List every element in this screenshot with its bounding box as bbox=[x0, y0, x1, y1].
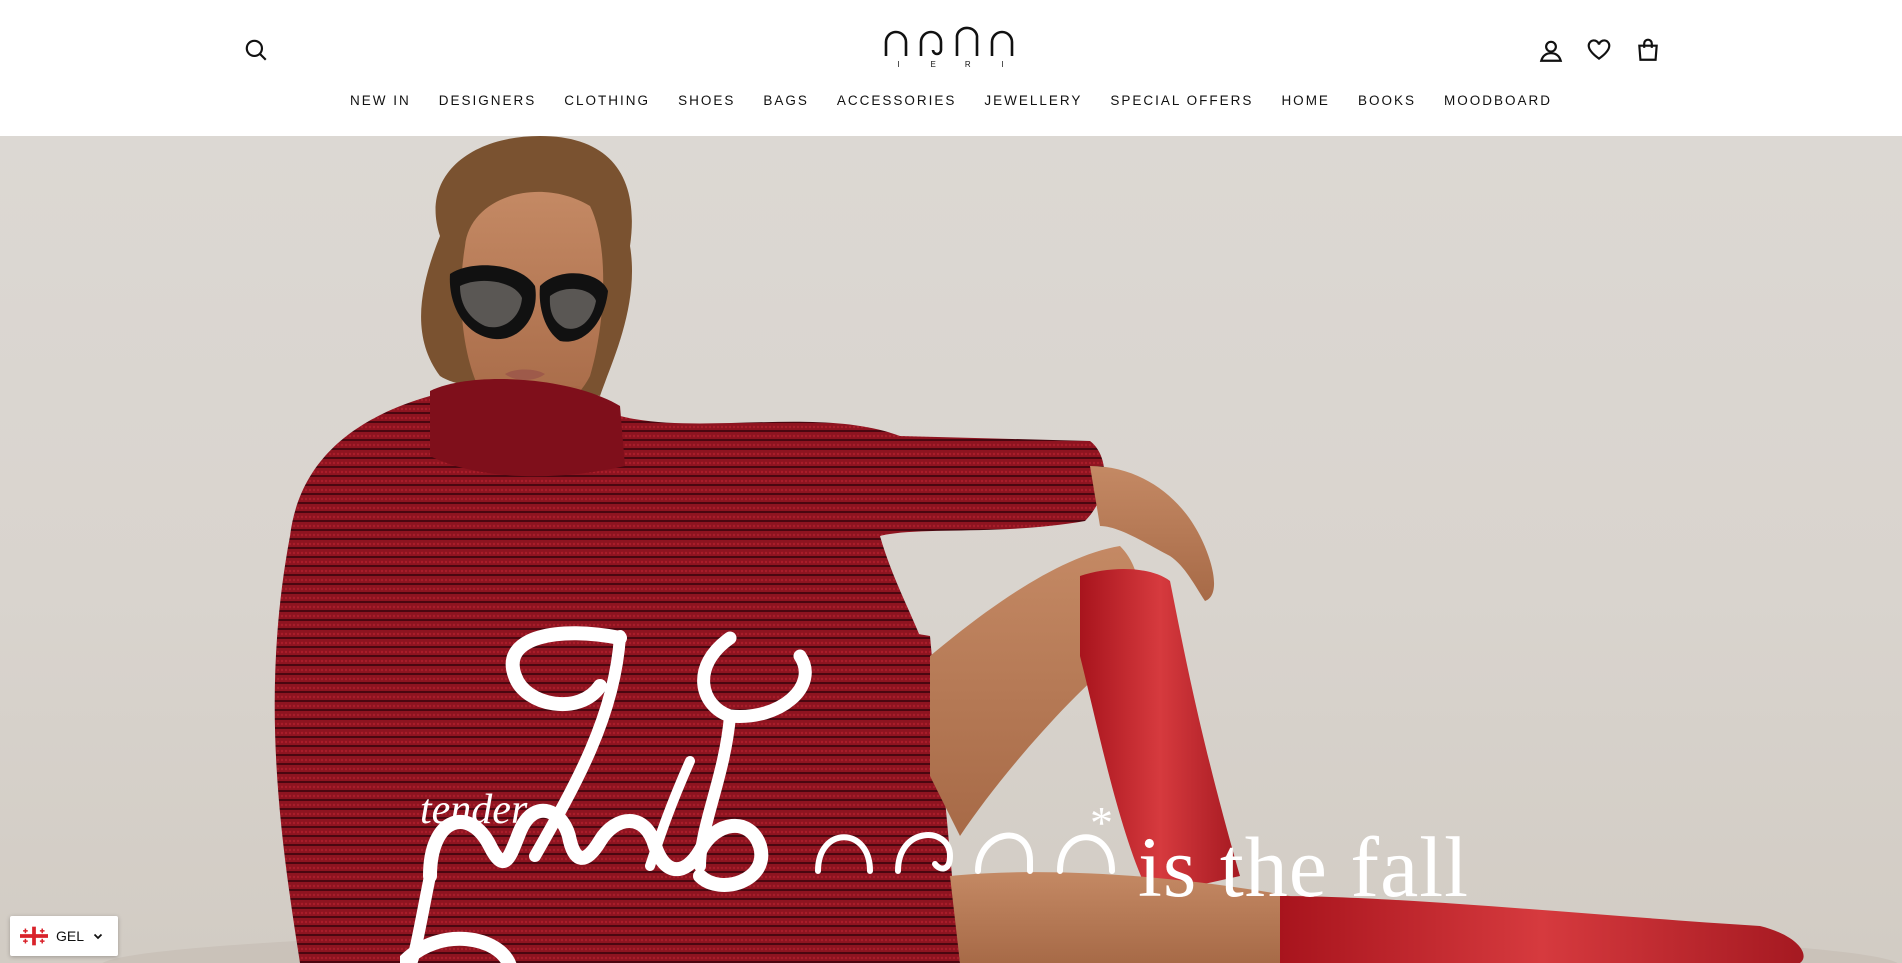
search-icon bbox=[245, 39, 267, 61]
nav-moodboard[interactable]: MOODBOARD bbox=[1430, 88, 1566, 113]
user-icon bbox=[1539, 40, 1563, 62]
asterisk-mark: * bbox=[1090, 797, 1113, 848]
hero-headline: tender * is the fall bbox=[400, 626, 1550, 963]
heart-icon bbox=[1587, 39, 1611, 60]
search-button[interactable] bbox=[240, 34, 272, 66]
nav-shoes[interactable]: SHOES bbox=[664, 88, 749, 113]
nav-jewellery[interactable]: JEWELLERY bbox=[970, 88, 1096, 113]
wishlist-button[interactable] bbox=[1583, 34, 1615, 66]
site-header: I E R I NEW IN DESIGNERS CLOTHING SHOES … bbox=[0, 0, 1902, 136]
chevron-down-icon bbox=[93, 933, 103, 940]
georgia-flag-icon bbox=[20, 926, 48, 946]
currency-code: GEL bbox=[56, 928, 85, 944]
hero-banner[interactable]: tender * is the fall bbox=[0, 136, 1902, 963]
tender-text: tender bbox=[420, 787, 528, 833]
currency-selector[interactable]: GEL bbox=[10, 916, 118, 956]
nav-clothing[interactable]: CLOTHING bbox=[550, 88, 664, 113]
tagline-text: is the fall bbox=[1138, 819, 1470, 915]
nav-special-offers[interactable]: SPECIAL OFFERS bbox=[1096, 88, 1267, 113]
nav-books[interactable]: BOOKS bbox=[1344, 88, 1430, 113]
main-navigation: NEW IN DESIGNERS CLOTHING SHOES BAGS ACC… bbox=[0, 88, 1902, 113]
nav-accessories[interactable]: ACCESSORIES bbox=[823, 88, 971, 113]
logo-letter: R bbox=[964, 60, 972, 69]
cart-button[interactable] bbox=[1632, 34, 1664, 66]
nav-new-in[interactable]: NEW IN bbox=[336, 88, 425, 113]
logo-letter: I bbox=[897, 60, 901, 69]
account-button[interactable] bbox=[1535, 35, 1567, 67]
logo-letter: I bbox=[1001, 60, 1005, 69]
shopping-bag-icon bbox=[1638, 38, 1658, 61]
logo-letter: E bbox=[930, 60, 937, 69]
nav-bags[interactable]: BAGS bbox=[749, 88, 823, 113]
nav-home[interactable]: HOME bbox=[1267, 88, 1344, 113]
logo-subtitle: I E R I bbox=[894, 60, 1008, 69]
nav-designers[interactable]: DESIGNERS bbox=[425, 88, 551, 113]
logo-mark bbox=[884, 26, 1014, 56]
site-logo[interactable]: I E R I bbox=[881, 26, 1021, 74]
